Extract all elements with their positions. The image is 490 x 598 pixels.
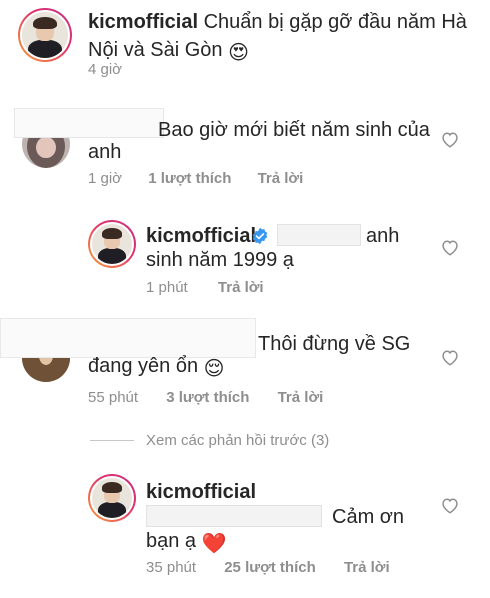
- caption-avatar[interactable]: [18, 8, 72, 62]
- reply2-text-1: Cảm ơn: [332, 506, 405, 528]
- comment1-username-redacted: [14, 108, 164, 138]
- reply2-mention-redacted: [146, 505, 322, 527]
- heart-outline-icon[interactable]: [440, 496, 460, 514]
- reply1-reply-button[interactable]: Trả lời: [218, 279, 264, 296]
- reply2-avatar[interactable]: [88, 474, 136, 522]
- reply2-line2: bạn ạ ❤️: [146, 527, 227, 558]
- comment1-text-1: Bao giờ mới biết năm sinh của: [158, 119, 430, 141]
- caption-text-1: Chuẩn bị gặp gỡ đầu năm Hà: [203, 11, 467, 33]
- comment2-text-1: Thôi đừng về SG: [258, 333, 411, 355]
- comment2-text-2: đang yên ổn: [88, 355, 199, 377]
- reply1-text-1: anh: [366, 225, 400, 247]
- comment1-text-2: anh: [88, 141, 122, 163]
- reply1-mention-redacted: [277, 224, 361, 246]
- comment1-likes[interactable]: 1 lượt thích: [148, 170, 231, 187]
- comment2-time: 55 phút: [88, 389, 139, 406]
- reply2-username[interactable]: kicmofficial: [146, 481, 256, 503]
- reply2-line1: kicmofficial: [146, 478, 256, 506]
- caption-time: 4 giờ: [88, 61, 123, 78]
- caption-text-2: Nội và Sài Gòn: [88, 39, 223, 61]
- reply1-time: 1 phút: [146, 279, 188, 296]
- view-previous-replies-link[interactable]: Xem các phản hồi trước (3): [146, 432, 329, 450]
- heart-outline-icon[interactable]: [440, 130, 460, 148]
- reply1-meta: 1 phút Trả lời: [146, 279, 264, 297]
- reply2-time: 35 phút: [146, 559, 197, 576]
- comment2-likes[interactable]: 3 lượt thích: [166, 389, 249, 406]
- relieved-emoji: 😌: [203, 358, 225, 380]
- reply2-reply-button[interactable]: Trả lời: [344, 559, 390, 576]
- red-heart-emoji: ❤️: [201, 533, 227, 555]
- comment1-meta: 1 giờ 1 lượt thích Trả lời: [88, 170, 303, 188]
- reply2-text-2: bạn ạ: [146, 530, 197, 552]
- comment1-reply-button[interactable]: Trả lời: [258, 170, 304, 187]
- caption-username[interactable]: kicmofficial: [88, 11, 198, 33]
- reply1-avatar[interactable]: [88, 220, 136, 268]
- view-previous-divider: [90, 440, 134, 441]
- comment1-time: 1 giờ: [88, 170, 123, 187]
- reply1-username[interactable]: kicmofficial: [146, 225, 256, 247]
- comment2-meta: 55 phút 3 lượt thích Trả lời: [88, 389, 323, 407]
- reply1-text-2: sinh năm 1999 ạ: [146, 249, 294, 271]
- heart-outline-icon[interactable]: [440, 348, 460, 366]
- caption-line1: kicmofficial Chuẩn bị gặp gỡ đầu năm Hà: [88, 8, 467, 36]
- heart-eyes-emoji: 😍: [228, 42, 249, 64]
- heart-outline-icon[interactable]: [440, 238, 460, 256]
- verified-badge-icon: [252, 227, 268, 245]
- comment2-reply-button[interactable]: Trả lời: [278, 389, 324, 406]
- comment2-line2: đang yên ổn 😌: [88, 352, 225, 383]
- reply2-likes[interactable]: 25 lượt thích: [224, 559, 316, 576]
- reply2-meta: 35 phút 25 lượt thích Trả lời: [146, 559, 390, 577]
